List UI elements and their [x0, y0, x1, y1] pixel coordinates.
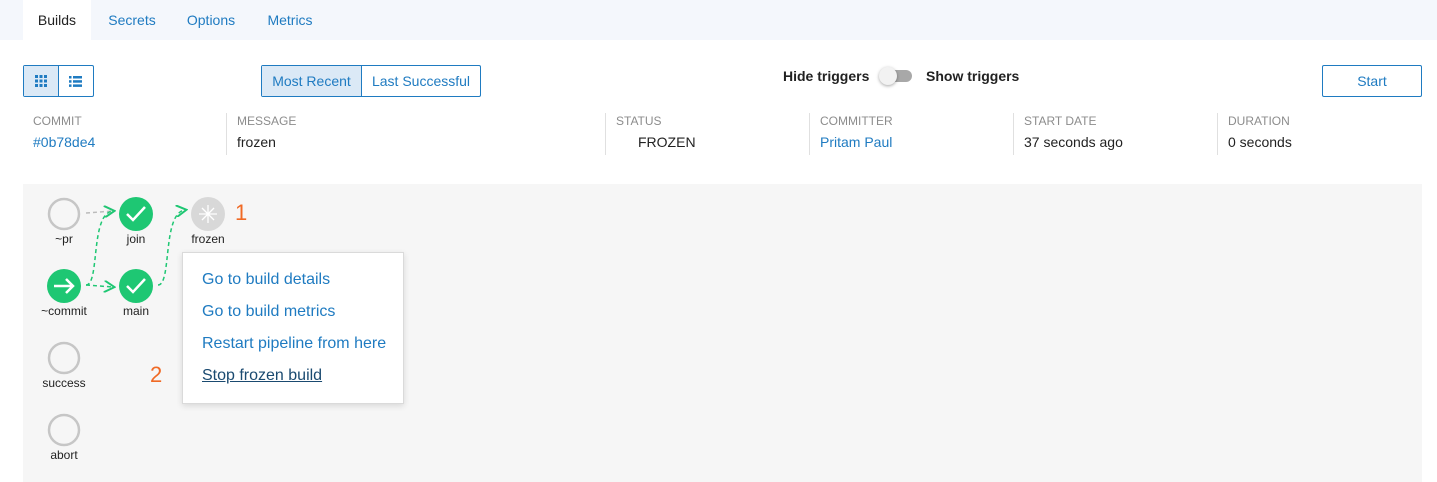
join-node[interactable]: [119, 197, 153, 231]
go-to-build-details-link[interactable]: Go to build details: [202, 271, 330, 289]
pr-node[interactable]: [47, 197, 81, 231]
success-node-label: success: [42, 376, 86, 390]
abort-node[interactable]: [47, 413, 81, 447]
edge-main-frozen: [157, 210, 185, 286]
edge-commit-main: [85, 285, 113, 287]
main-node-label: main: [122, 304, 149, 318]
stop-frozen-build-link[interactable]: Stop frozen build: [202, 367, 322, 385]
commit-node[interactable]: [47, 269, 81, 303]
abort-node-label: abort: [50, 448, 78, 462]
success-node[interactable]: [47, 341, 81, 375]
context-menu: Go to build details Go to build metrics …: [182, 252, 404, 404]
frozen-node[interactable]: [191, 197, 225, 231]
annotation-marker-1: 1: [235, 200, 248, 225]
go-to-build-metrics-link[interactable]: Go to build metrics: [202, 303, 335, 321]
edge-commit-join: [85, 211, 113, 286]
restart-pipeline-link[interactable]: Restart pipeline from here: [202, 335, 386, 353]
pr-node-label: ~pr: [55, 232, 73, 246]
commit-node-label: ~commit: [41, 304, 87, 318]
frozen-node-label: frozen: [191, 232, 225, 246]
main-node[interactable]: [119, 269, 153, 303]
join-node-label: join: [126, 232, 146, 246]
annotation-marker-2: 2: [150, 362, 163, 387]
